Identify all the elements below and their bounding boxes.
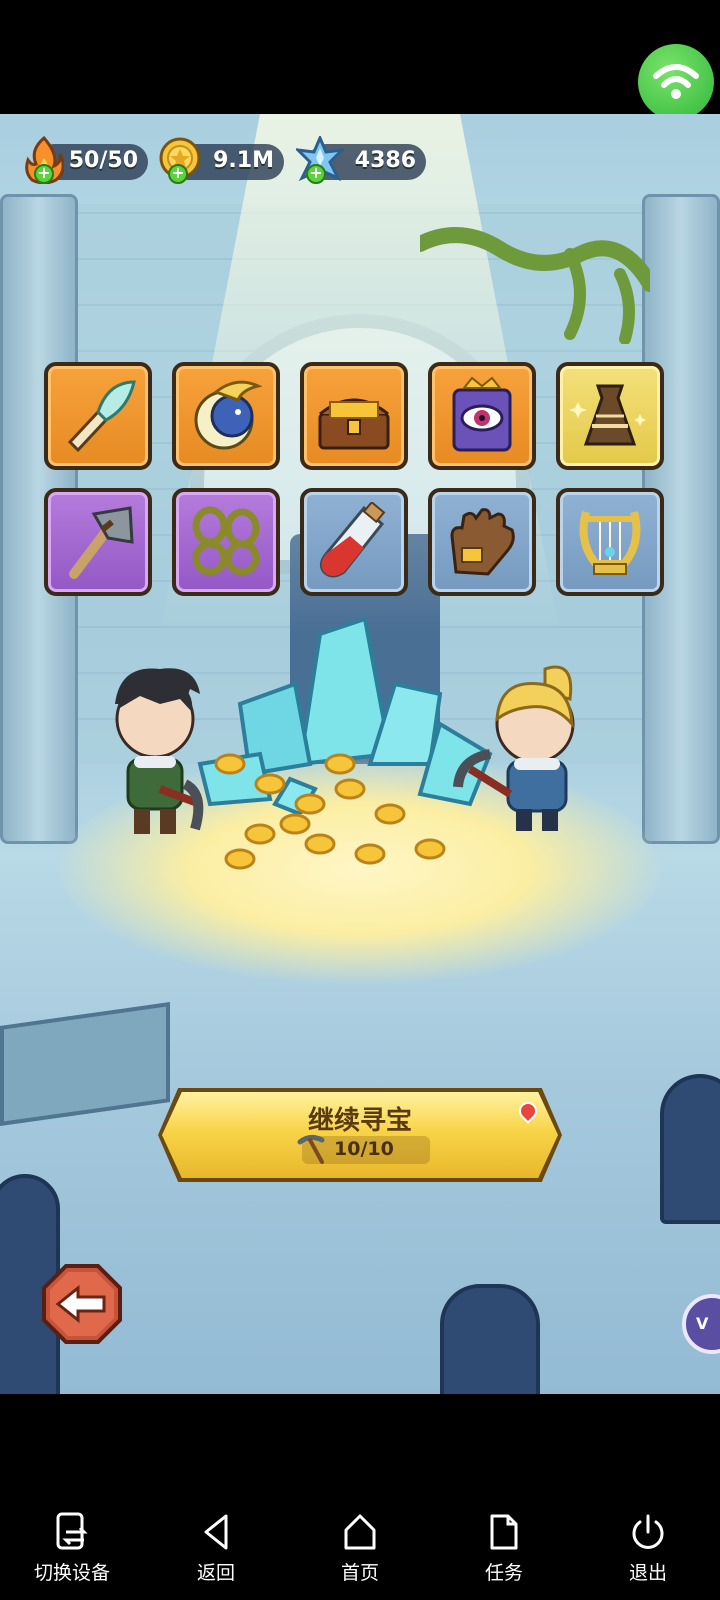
- pickaxe-icon: [297, 1134, 325, 1164]
- nav-label-back: 返回: [196, 1562, 235, 1584]
- add-gold-icon[interactable]: +: [168, 164, 188, 184]
- energy-counter[interactable]: + 50/50: [25, 136, 148, 184]
- gems-value: 4386: [354, 148, 416, 173]
- add-gems-icon[interactable]: +: [306, 164, 326, 184]
- pickaxe-counter: 10/10: [297, 1134, 430, 1164]
- add-energy-icon[interactable]: +: [34, 164, 54, 184]
- item-golden-lyre[interactable]: [556, 488, 664, 596]
- item-eye-tome[interactable]: [428, 362, 536, 470]
- eye-tome-icon: [452, 376, 512, 452]
- item-leather-glove[interactable]: [428, 488, 536, 596]
- task-document-icon: [490, 1514, 518, 1550]
- back-triangle-icon: [204, 1514, 228, 1550]
- power-icon: [632, 1514, 664, 1549]
- continue-treasure-hunt-button[interactable]: 继续寻宝 10/10: [158, 1088, 562, 1182]
- nav-label-switch-device: 切换设备: [33, 1562, 110, 1584]
- miner-hero-right: [453, 665, 575, 831]
- bottom-navigation-bar: 切换设备 返回 首页 任务 退出: [0, 1394, 720, 1600]
- thorn-vines-icon: [192, 506, 260, 576]
- pickaxe-count: 10/10: [334, 1138, 394, 1160]
- gold-counter[interactable]: + 9.1M: [159, 137, 284, 184]
- top-status-bar: [0, 0, 720, 120]
- switch-device-icon: [56, 1512, 88, 1550]
- leather-glove-icon: [450, 508, 515, 576]
- item-stone-axe[interactable]: [44, 488, 152, 596]
- home-icon: [344, 1514, 376, 1550]
- vase-icon: [570, 384, 646, 446]
- vines-decoration: [420, 227, 650, 344]
- treasure-chest-icon: [318, 398, 390, 450]
- item-red-potion[interactable]: [300, 488, 408, 596]
- rock-center: [440, 1284, 540, 1394]
- item-moon-spirit[interactable]: [172, 362, 280, 470]
- nav-tasks[interactable]: 任务: [444, 1512, 564, 1592]
- moon-spirit-icon: [194, 380, 263, 450]
- gold-coins-pile: [214, 753, 446, 870]
- game-back-button[interactable]: [42, 1264, 122, 1344]
- item-sparkling-vase[interactable]: [556, 362, 664, 470]
- nav-exit[interactable]: 退出: [588, 1512, 708, 1592]
- fallen-pillar-ruin: [0, 1002, 170, 1126]
- item-thorn-vines[interactable]: [172, 488, 280, 596]
- rock-right: [660, 1074, 720, 1224]
- continue-label: 继续寻宝: [307, 1106, 412, 1136]
- nav-switch-device[interactable]: 切换设备: [12, 1512, 132, 1592]
- miner-hero-left: [115, 668, 204, 834]
- game-scene[interactable]: + 50/50 + 9.1M + 4386 继续寻宝 10/10 V: [0, 114, 720, 1394]
- item-treasure-chest[interactable]: [300, 362, 408, 470]
- side-event-badge[interactable]: V: [682, 1294, 720, 1354]
- wifi-button[interactable]: [638, 44, 714, 120]
- nav-label-exit: 退出: [628, 1562, 667, 1584]
- red-potion-icon: [319, 502, 386, 578]
- energy-value: 50/50: [68, 148, 138, 173]
- nav-label-home: 首页: [340, 1562, 379, 1584]
- item-feather-horn[interactable]: [44, 362, 152, 470]
- gems-counter[interactable]: + 4386: [296, 136, 426, 184]
- stone-axe-icon: [69, 506, 134, 579]
- feather-horn-icon: [67, 380, 136, 453]
- nav-label-tasks: 任务: [484, 1562, 523, 1584]
- gold-value: 9.1M: [213, 148, 274, 173]
- wifi-icon: [653, 64, 699, 99]
- nav-home[interactable]: 首页: [300, 1512, 420, 1592]
- nav-back[interactable]: 返回: [156, 1512, 276, 1592]
- golden-lyre-icon: [579, 510, 641, 575]
